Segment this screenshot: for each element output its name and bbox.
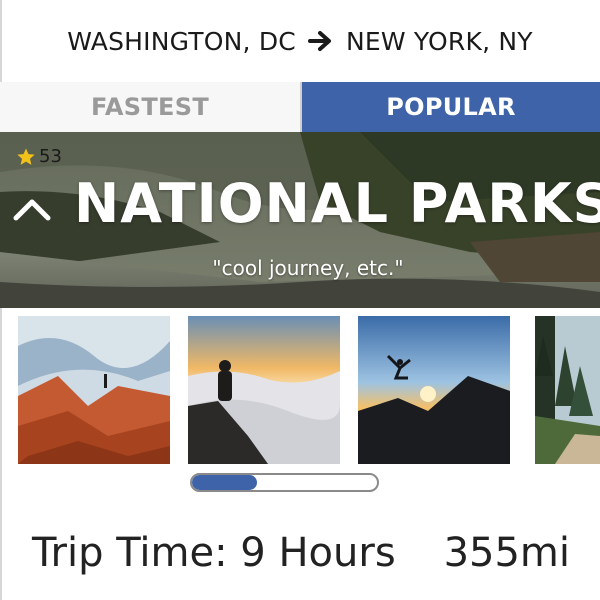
category-title: NATIONAL PARKS bbox=[74, 172, 600, 235]
red-rock-canyon-photo[interactable] bbox=[18, 316, 170, 464]
gallery-scrollbar[interactable] bbox=[190, 473, 379, 492]
tab-popular[interactable]: POPULAR bbox=[302, 82, 600, 132]
category-quote: "cool journey, etc." bbox=[212, 256, 404, 280]
destination-label: NEW YORK, NY bbox=[345, 26, 533, 56]
rating-badge: 53 bbox=[16, 146, 62, 167]
route-header: WASHINGTON, DC NEW YORK, NY bbox=[0, 0, 600, 82]
trip-distance: 355mi bbox=[443, 530, 570, 576]
tab-fastest[interactable]: FASTEST bbox=[0, 82, 302, 132]
origin-label: WASHINGTON, DC bbox=[67, 26, 296, 56]
route-type-tabs: FASTEST POPULAR bbox=[0, 82, 600, 132]
cloud-sea-hiker-photo[interactable] bbox=[188, 316, 340, 464]
scrollbar-thumb[interactable] bbox=[192, 475, 257, 490]
arrow-right-icon bbox=[307, 30, 334, 52]
sunset-jump-photo[interactable] bbox=[358, 316, 510, 464]
rating-count: 53 bbox=[39, 146, 62, 167]
chevron-up-icon[interactable] bbox=[12, 196, 52, 222]
star-icon bbox=[17, 148, 35, 165]
trip-time: Trip Time: 9 Hours bbox=[32, 530, 396, 576]
trip-summary: Trip Time: 9 Hours 355mi bbox=[0, 520, 600, 590]
photo-gallery bbox=[0, 316, 600, 464]
forest-trail-photo[interactable] bbox=[535, 316, 600, 464]
